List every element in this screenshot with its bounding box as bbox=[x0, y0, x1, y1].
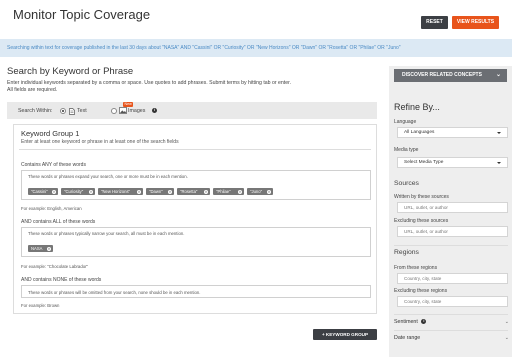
all-words-hint: These words or phrases typically narrow … bbox=[28, 231, 185, 236]
search-within-label: Search Within: bbox=[18, 108, 53, 114]
header: Monitor Topic Coverage RESET VIEW RESULT… bbox=[0, 0, 512, 38]
sidebar: DISCOVER RELATED CONCEPTS ⌄ Refine By...… bbox=[389, 66, 512, 357]
remove-tag-icon[interactable]: ✕ bbox=[267, 189, 271, 194]
remove-tag-icon[interactable]: ✕ bbox=[47, 246, 51, 251]
all-words-field[interactable]: These words or phrases typically narrow … bbox=[21, 227, 371, 257]
text-option-label[interactable]: Text bbox=[77, 108, 87, 114]
sentiment-label: Sentiment bbox=[394, 319, 418, 325]
sentiment-filter[interactable]: Sentiment i ⌄ bbox=[394, 319, 509, 325]
discover-related-concepts-button[interactable]: DISCOVER RELATED CONCEPTS ⌄ bbox=[394, 69, 507, 82]
image-icon bbox=[119, 107, 127, 114]
discover-button-label: DISCOVER RELATED CONCEPTS bbox=[402, 72, 482, 78]
keyword-tag: "Philae" ✕ bbox=[213, 188, 244, 195]
caret-down-icon bbox=[497, 131, 501, 134]
divider bbox=[19, 149, 371, 150]
written-by-label: Written by these sources bbox=[394, 194, 449, 200]
keyword-tag-label: NASA bbox=[31, 246, 43, 251]
refine-title: Refine By... bbox=[394, 102, 440, 112]
keyword-tag: "Cassini" ✕ bbox=[28, 188, 58, 195]
remove-tag-icon[interactable]: ✕ bbox=[168, 189, 172, 194]
all-words-label: AND contains ALL of these words bbox=[21, 219, 96, 225]
search-section: Search by Keyword or Phrase Enter indivi… bbox=[7, 66, 385, 94]
remove-tag-icon[interactable]: ✕ bbox=[204, 189, 208, 194]
language-label: Language bbox=[394, 119, 417, 125]
view-results-button[interactable]: VIEW RESULTS bbox=[452, 16, 499, 29]
keyword-tag-label: "Cassini" bbox=[31, 189, 48, 194]
chevron-down-icon: ⌄ bbox=[504, 319, 509, 325]
keyword-tag: "Curiosity" ✕ bbox=[61, 188, 95, 195]
from-regions-label: From these regions bbox=[394, 265, 438, 271]
keyword-tag-label: "Philae" bbox=[216, 189, 231, 194]
keyword-tag-label: "Dawn" bbox=[149, 189, 163, 194]
search-within-bar: Search Within: Text New Images i bbox=[7, 102, 377, 119]
media-type-value: Select Media Type bbox=[404, 160, 444, 165]
none-words-label: AND contains NONE of these words bbox=[21, 277, 102, 283]
keyword-tag: "Rosetta" ✕ bbox=[177, 188, 210, 195]
any-words-example: For example: English, American bbox=[21, 206, 82, 211]
excluding-sources-input[interactable]: URL, outlet, or author bbox=[397, 226, 508, 237]
media-type-select[interactable]: Select Media Type bbox=[397, 157, 508, 168]
page: Monitor Topic Coverage RESET VIEW RESULT… bbox=[0, 0, 512, 357]
keyword-tag: NASA ✕ bbox=[28, 245, 53, 252]
remove-tag-icon[interactable]: ✕ bbox=[89, 189, 93, 194]
info-icon[interactable]: i bbox=[152, 107, 157, 113]
chevron-down-icon: ⌄ bbox=[495, 72, 501, 78]
all-words-example: For example: "Chocolate Labrador" bbox=[21, 264, 89, 269]
language-select[interactable]: All Languages bbox=[397, 127, 508, 138]
none-words-example: For example: Brown bbox=[21, 303, 60, 308]
remove-tag-icon[interactable]: ✕ bbox=[238, 189, 242, 194]
divider bbox=[394, 314, 508, 315]
keyword-tag-label: "Curiosity" bbox=[64, 189, 84, 194]
document-icon bbox=[69, 107, 75, 115]
new-badge: New bbox=[123, 102, 134, 107]
search-description: Enter individual keywords separated by a… bbox=[7, 80, 385, 94]
regions-heading: Regions bbox=[394, 249, 419, 256]
images-radio[interactable] bbox=[111, 108, 117, 114]
search-description-line: Enter individual keywords separated by a… bbox=[7, 80, 292, 86]
sources-heading: Sources bbox=[394, 180, 419, 187]
divider bbox=[394, 330, 508, 331]
date-range-label: Date range bbox=[394, 335, 421, 341]
caret-down-icon bbox=[497, 161, 501, 164]
keyword-group-panel: Keyword Group 1 Enter at least one keywo… bbox=[13, 124, 377, 314]
media-type-label: Media type bbox=[394, 147, 419, 153]
from-regions-input[interactable]: Country, city, state bbox=[397, 273, 508, 284]
excluding-sources-label: Excluding these sources bbox=[394, 218, 449, 224]
keyword-group-title: Keyword Group 1 bbox=[21, 129, 80, 138]
any-words-field[interactable]: These words or phrases expand your searc… bbox=[21, 170, 371, 200]
text-radio[interactable] bbox=[60, 108, 66, 114]
date-range-filter[interactable]: Date range ⌄ bbox=[394, 335, 509, 341]
keyword-group-subtitle: Enter at least one keyword or phrase in … bbox=[21, 139, 179, 145]
chevron-down-icon: ⌄ bbox=[504, 335, 509, 341]
reset-button[interactable]: RESET bbox=[421, 16, 448, 29]
divider bbox=[394, 245, 508, 246]
any-words-hint: These words or phrases expand your searc… bbox=[28, 174, 188, 179]
keyword-tag: "Juno" ✕ bbox=[247, 188, 273, 195]
none-words-field[interactable]: These words or phrases will be omitted f… bbox=[21, 285, 371, 298]
written-by-input[interactable]: URL, outlet, or author bbox=[397, 202, 508, 213]
info-icon[interactable]: i bbox=[421, 319, 427, 325]
none-words-hint: These words or phrases will be omitted f… bbox=[28, 289, 201, 295]
keyword-tag: "Dawn" ✕ bbox=[146, 188, 174, 195]
remove-tag-icon[interactable]: ✕ bbox=[137, 189, 141, 194]
keyword-tag-label: "Juno" bbox=[250, 189, 263, 194]
keyword-tag-label: "Rosetta" bbox=[180, 189, 198, 194]
language-value: All Languages bbox=[404, 130, 435, 135]
page-title: Monitor Topic Coverage bbox=[13, 7, 151, 22]
images-option-label[interactable]: Images bbox=[128, 108, 145, 114]
search-title: Search by Keyword or Phrase bbox=[7, 66, 134, 77]
add-keyword-group-button[interactable]: + KEYWORD GROUP bbox=[313, 329, 377, 340]
excluding-regions-label: Excluding these regions bbox=[394, 288, 448, 294]
excluding-regions-input[interactable]: Country, city, state bbox=[397, 296, 508, 307]
any-words-label: Contains ANY of these words bbox=[21, 162, 86, 168]
search-description-line: All fields are required. bbox=[7, 87, 58, 93]
remove-tag-icon[interactable]: ✕ bbox=[52, 189, 56, 194]
keyword-tag: "New Horizons" ✕ bbox=[98, 188, 143, 195]
search-summary-bar: Searching within text for coverage publi… bbox=[0, 39, 512, 57]
keyword-tag-label: "New Horizons" bbox=[101, 189, 131, 194]
